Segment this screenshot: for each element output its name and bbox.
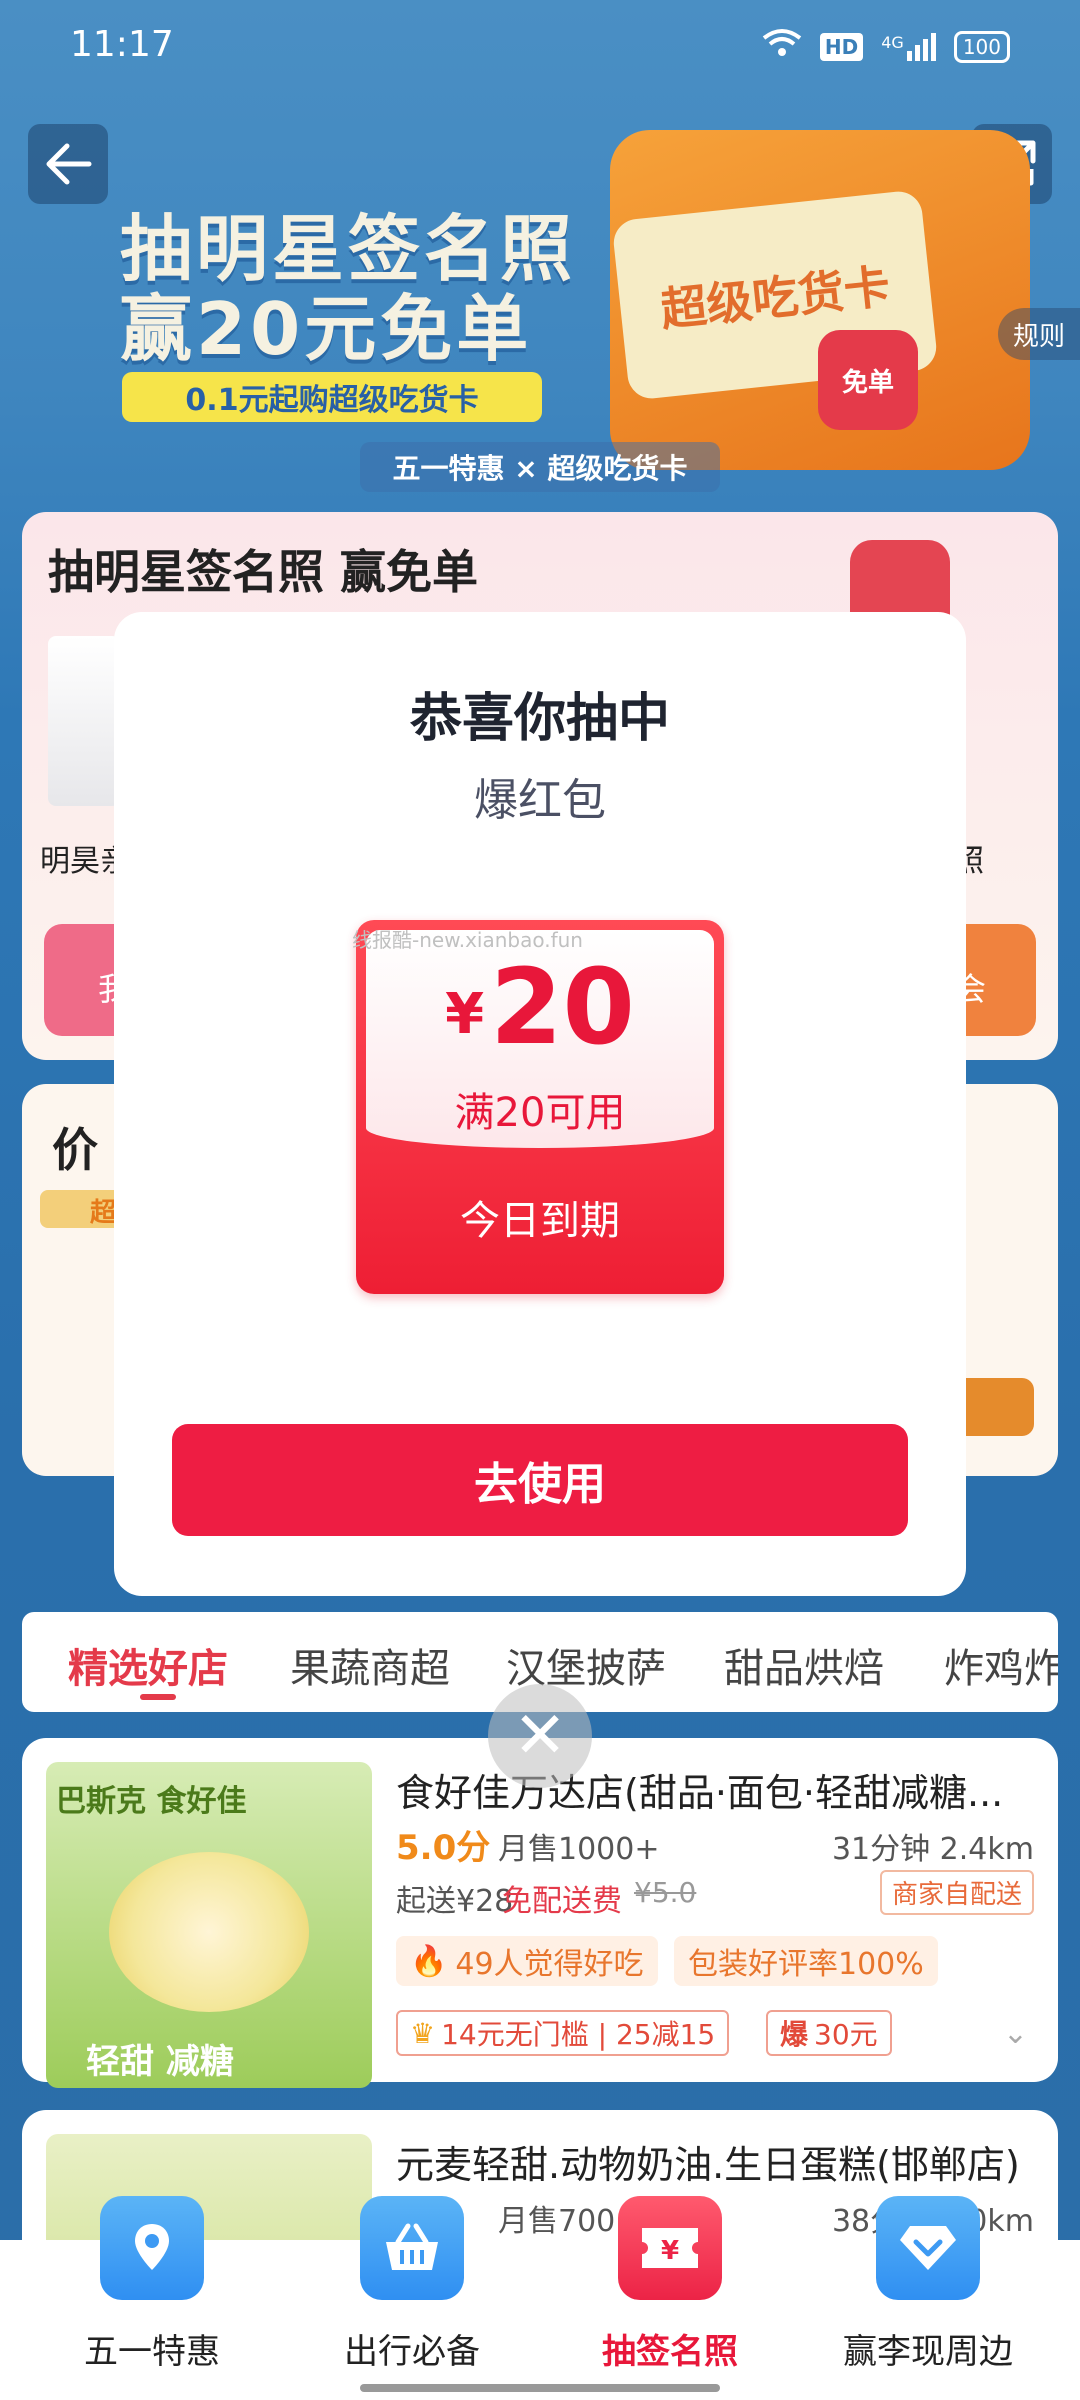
store-sales: 月售1000+ xyxy=(498,1832,660,1867)
tab-fruit-grocery[interactable]: 果蔬商超 xyxy=(290,1636,450,1694)
ticket-yen-icon: ¥ xyxy=(618,2196,722,2300)
rules-button[interactable]: 规则 xyxy=(998,308,1080,360)
coupon-expiry: 今日到期 xyxy=(460,1198,620,1244)
bottom-nav: 五一特惠 出行必备 ¥ 抽签名照 赢李现周边 xyxy=(0,2196,1080,2400)
network-label: 4G xyxy=(881,32,904,52)
chevron-down-icon[interactable]: ⌄ xyxy=(1003,2016,1028,2051)
tab-underline xyxy=(140,1694,176,1700)
coupon-currency: ¥ xyxy=(445,982,485,1047)
nav-item-may-day-deals[interactable]: 五一特惠 xyxy=(52,2196,252,2396)
store-card[interactable]: 巴斯克 食好佳 轻甜 减糖 食好佳万达店(甜品·面包·轻甜减糖... 5.0分 … xyxy=(22,1738,1058,2088)
free-order-tag: 免单 xyxy=(818,330,918,430)
use-coupon-button[interactable]: 去使用 xyxy=(172,1424,908,1536)
store-coupon-label: 14元无门槛 | 25减15 xyxy=(441,2018,716,2051)
basket-icon xyxy=(360,2196,464,2300)
activity-card-title: 抽明星签名照 赢免单 xyxy=(48,545,479,599)
coupon-condition: 满20可用 xyxy=(454,1090,626,1136)
status-bar: 11:17 HD 4G 100 xyxy=(0,0,1080,96)
store-name: 元麦轻甜.动物奶油.生日蛋糕(邯郸店) xyxy=(396,2143,1020,2187)
banner-pill: 0.1元起购超级吃货卡 xyxy=(122,372,542,422)
svg-text:¥: ¥ xyxy=(661,2236,679,2266)
red-packet-coupon: ¥20 满20可用 今日到期 xyxy=(356,920,724,1294)
nav-item-travel-essentials[interactable]: 出行必备 xyxy=(312,2196,512,2396)
watermark-text: 线报酷-new.xianbao.fun xyxy=(352,928,583,952)
delivery-tag: 商家自配送 xyxy=(879,1870,1034,1915)
store-free-delivery: 免配送费 xyxy=(502,1884,622,1919)
store-image-title: 巴斯克 食好佳 xyxy=(56,1784,247,1819)
coupon-value: 20 xyxy=(490,946,635,1068)
close-modal-button[interactable]: ✕ xyxy=(488,1684,592,1788)
store-image-caption: 轻甜 减糖 xyxy=(86,2042,234,2082)
close-icon: ✕ xyxy=(513,1699,567,1773)
co-brand-label: 五一特惠 × 超级吃货卡 xyxy=(360,442,720,492)
tab-fried-chicken[interactable]: 炸鸡炸 xyxy=(944,1636,1058,1694)
crown-icon: ♛ xyxy=(410,2016,436,2050)
rating-tag: 包装好评率100% xyxy=(674,1936,938,1986)
store-coupon[interactable]: ♛ 14元无门槛 | 25减15 xyxy=(396,2010,730,2056)
store-name: 食好佳万达店(甜品·面包·轻甜减糖... xyxy=(396,1771,1004,1815)
status-icons: HD 4G 100 xyxy=(762,28,1010,65)
status-time: 11:17 xyxy=(70,24,174,65)
store-min-order: 起送¥28 xyxy=(396,1884,514,1919)
nav-label: 抽签名照 xyxy=(602,2332,738,2372)
price-card-title: 价 xyxy=(52,1123,98,1177)
home-indicator[interactable] xyxy=(360,2384,720,2392)
hot-coupon-prefix: 爆 xyxy=(780,2018,809,2051)
tab-selected-stores[interactable]: 精选好店 xyxy=(68,1636,228,1694)
fire-icon: 🔥 xyxy=(410,1943,448,1979)
star-photo[interactable] xyxy=(48,636,120,806)
nav-item-autograph-draw[interactable]: ¥ 抽签名照 xyxy=(570,2196,770,2396)
coupon-amount: ¥20 xyxy=(356,946,724,1068)
back-button[interactable] xyxy=(28,124,108,204)
prize-modal: 恭喜你抽中 爆红包 ¥20 满20可用 今日到期 线报酷-new.xianbao… xyxy=(114,612,966,1596)
hd-badge: HD xyxy=(819,32,864,61)
nav-label: 五一特惠 xyxy=(84,2332,220,2372)
store-image: 巴斯克 食好佳 轻甜 减糖 xyxy=(46,1762,372,2088)
cake-illustration xyxy=(109,1852,309,2012)
nav-label: 赢李现周边 xyxy=(843,2332,1013,2372)
store-distance: 31分钟 2.4km xyxy=(831,1832,1034,1867)
arrow-left-icon xyxy=(46,143,92,185)
store-old-delivery-fee: ¥5.0 xyxy=(634,1876,697,1909)
price-card-badge-label: 超 xyxy=(90,1198,117,1228)
store-hot-coupon[interactable]: 爆 30元 xyxy=(766,2010,892,2056)
wifi-icon xyxy=(762,28,802,65)
battery-icon: 100 xyxy=(953,30,1010,63)
nav-item-win-merch[interactable]: 赢李现周边 xyxy=(828,2196,1028,2396)
modal-subtitle: 爆红包 xyxy=(474,775,606,826)
store-score: 5.0分 xyxy=(396,1828,491,1868)
tab-dessert-bakery[interactable]: 甜品烘焙 xyxy=(724,1636,884,1694)
hot-coupon-label: 30元 xyxy=(814,2018,878,2051)
banner-title-line2: 赢20元免单 xyxy=(120,287,533,371)
nav-label: 出行必备 xyxy=(344,2332,480,2372)
map-pin-icon xyxy=(100,2196,204,2300)
diamond-icon xyxy=(876,2196,980,2300)
hot-tag: 🔥 49人觉得好吃 xyxy=(396,1936,658,1986)
hot-tag-label: 49人觉得好吃 xyxy=(455,1947,644,1982)
modal-title: 恭喜你抽中 xyxy=(409,689,670,749)
signal-icon: 4G xyxy=(881,32,936,61)
